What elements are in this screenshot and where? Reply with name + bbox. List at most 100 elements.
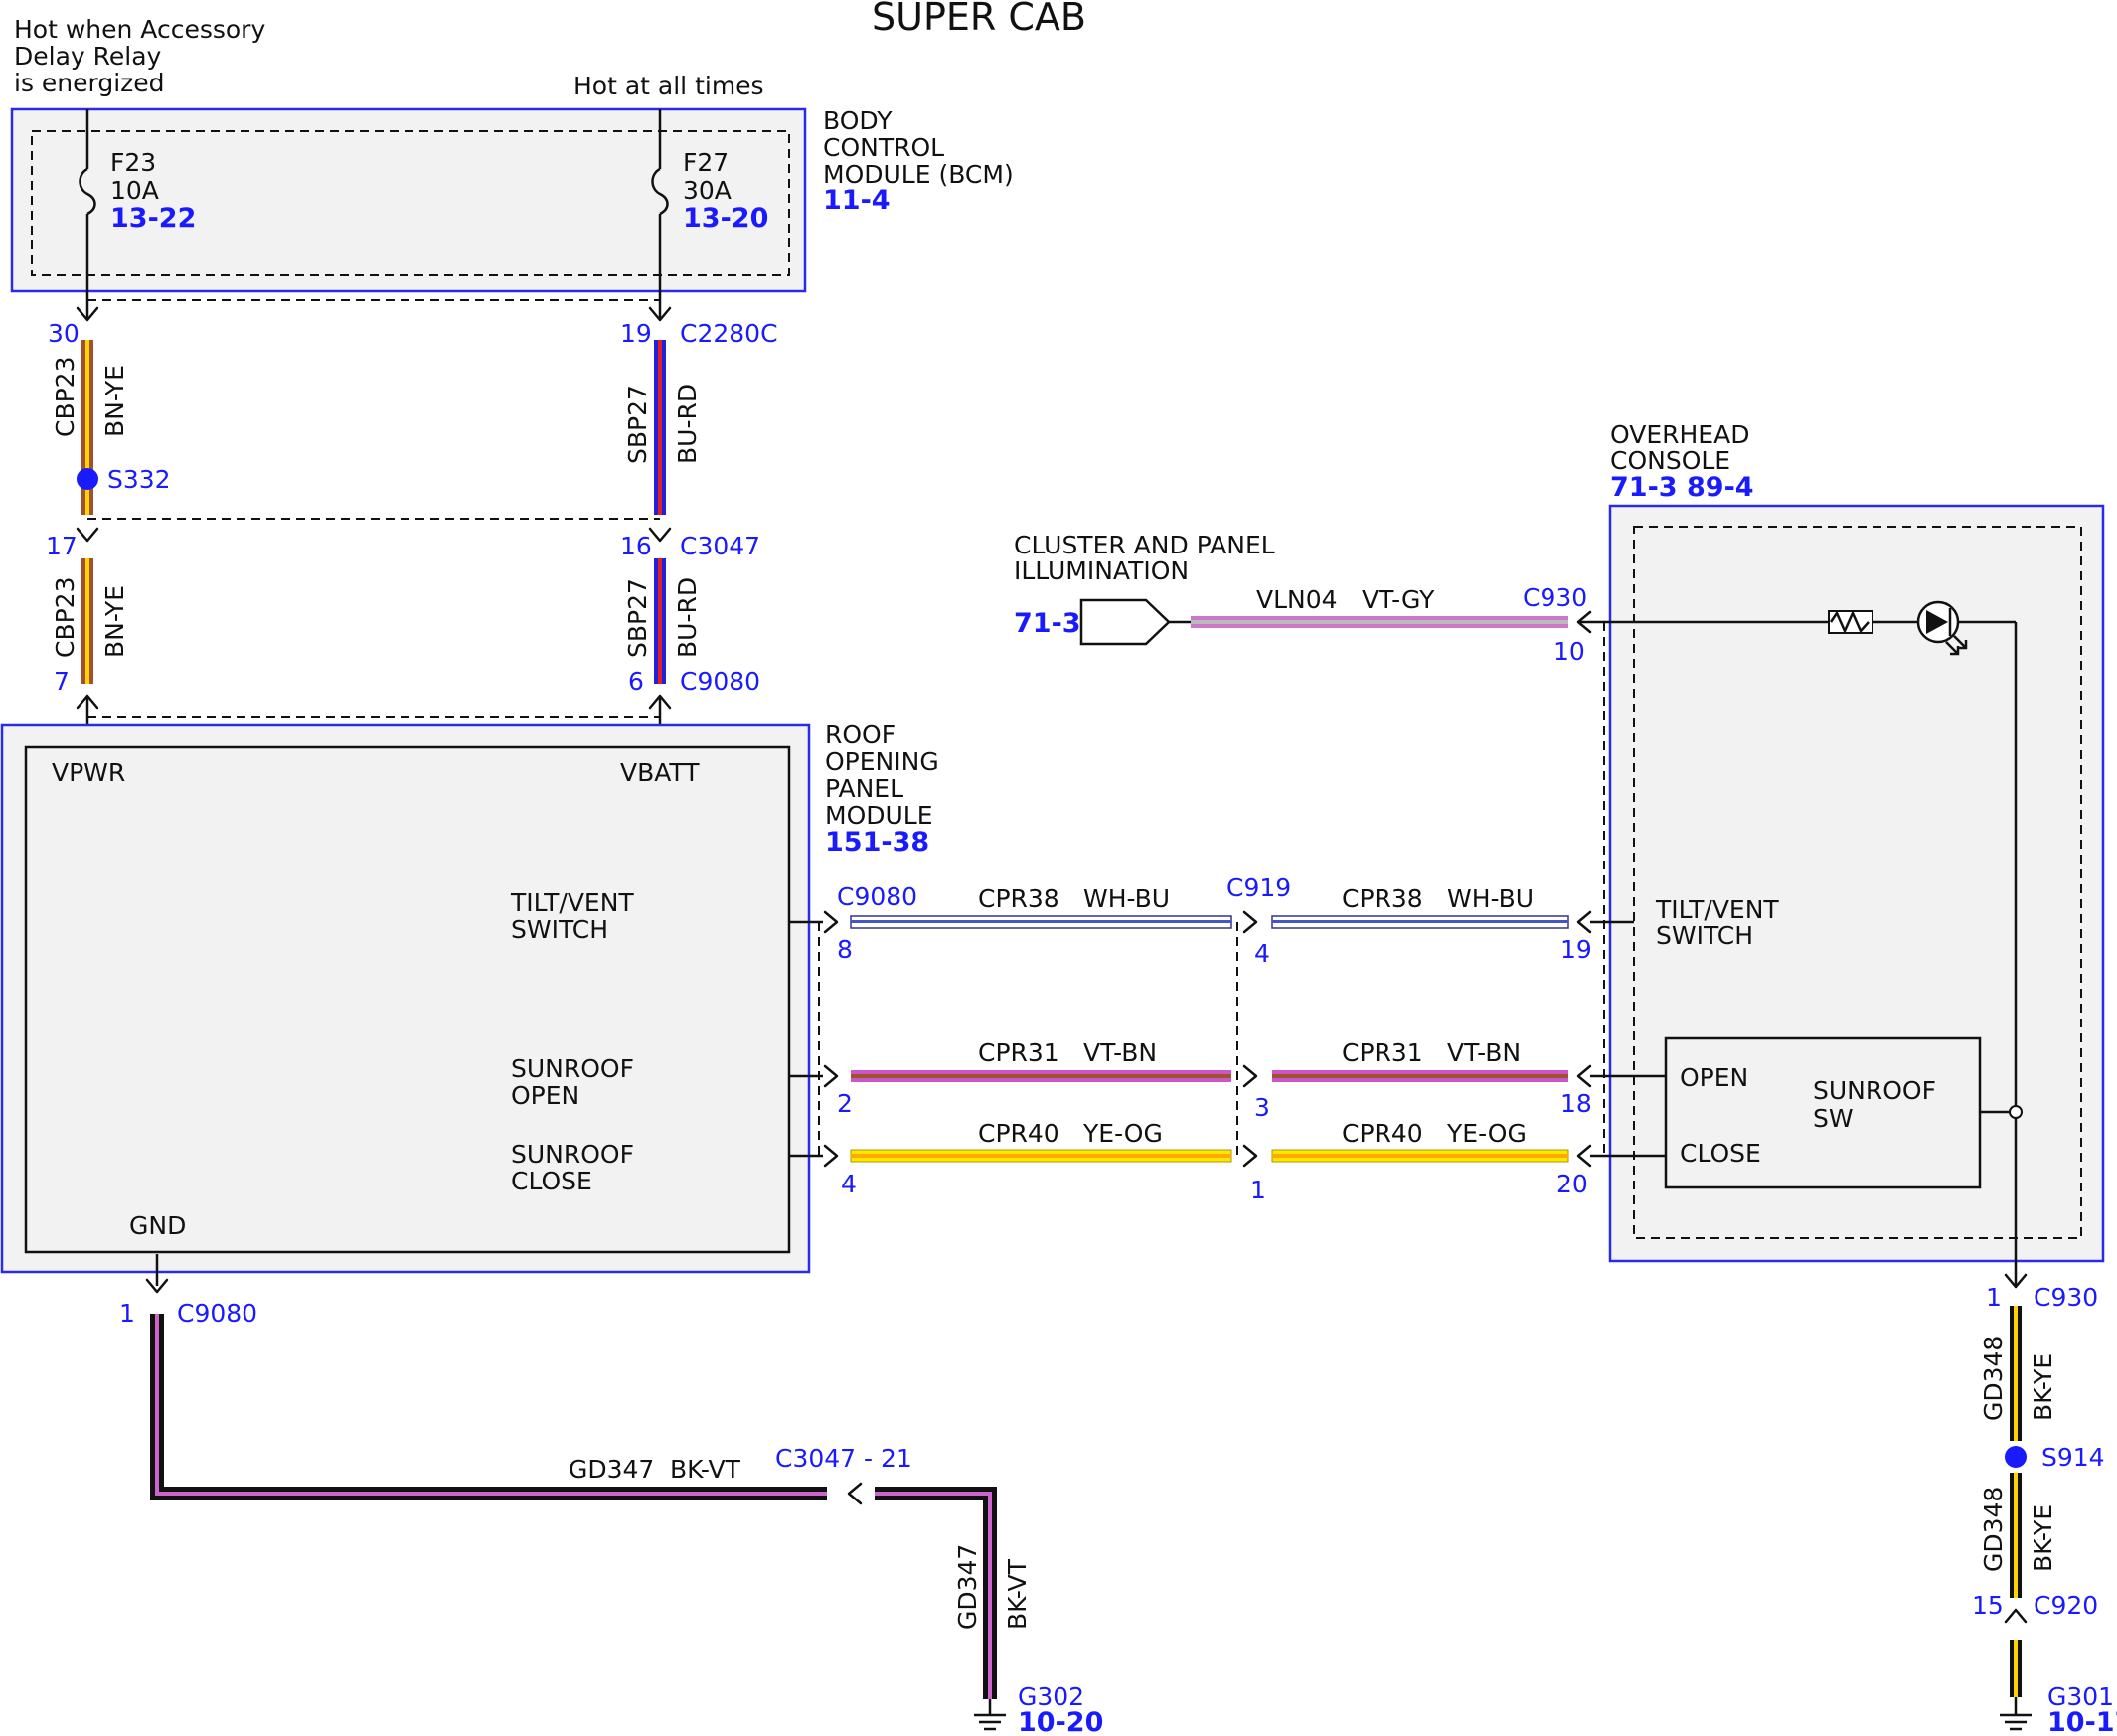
splice-s332[interactable] (77, 468, 98, 490)
roof-module-name-line4: MODULE (825, 801, 933, 830)
connector-c3047-21[interactable]: C3047 - 21 (775, 1444, 912, 1473)
connector-c930-top[interactable]: C930 (1523, 583, 1587, 612)
input-tilt-line2: SWITCH (511, 915, 608, 944)
pin-19: 19 (620, 319, 652, 348)
wire-label-bkvt-v: BK-VT (1003, 1558, 1032, 1630)
pin-19-c930: 19 (1560, 935, 1592, 964)
connector-c920[interactable]: C920 (2034, 1591, 2098, 1620)
sunroof-switch-close: CLOSE (1680, 1139, 1761, 1168)
input-close-line1: SUNROOF (511, 1140, 634, 1169)
wire-label-bkvt: BK-VT (670, 1455, 741, 1484)
bcm-name-line1: BODY (823, 106, 893, 135)
wire-label-yeog-b: YE-OG (1446, 1119, 1527, 1148)
sunroof-switch-open: OPEN (1680, 1063, 1748, 1092)
connector-c9080-mid[interactable]: C9080 (837, 882, 917, 911)
wire-label-gd347: GD347 (569, 1455, 654, 1484)
input-open-line1: SUNROOF (511, 1054, 634, 1083)
wire-label-vln04: VLN04 (1256, 585, 1338, 614)
overhead-name-line1: OVERHEAD (1610, 420, 1749, 449)
wire-label-cbp23-b: CBP23 (51, 577, 80, 659)
wire-label-burd-b: BU-RD (673, 577, 702, 658)
pin-6: 6 (628, 667, 644, 696)
wire-label-cpr31-b: CPR31 (1342, 1038, 1423, 1067)
wiring-diagram: SUPER CAB Hot when Accessory Delay Relay… (0, 0, 2117, 1736)
pin-1-c919: 1 (1250, 1176, 1266, 1204)
wire-label-bnye-a: BN-YE (100, 365, 129, 437)
wire-label-bkye-b: BK-YE (2029, 1504, 2057, 1572)
wire-label-cpr40-a: CPR40 (978, 1119, 1059, 1148)
roof-module-name-line2: OPENING (825, 747, 939, 776)
accessory-note-line1: Hot when Accessory (14, 15, 265, 44)
hot-at-all-times-note: Hot at all times (573, 72, 764, 100)
ground-g302-icon (974, 1699, 1006, 1731)
pin-1-gnd: 1 (119, 1299, 135, 1328)
overhead-tilt-line2: SWITCH (1656, 921, 1753, 950)
wire-label-cpr40-b: CPR40 (1342, 1119, 1423, 1148)
bcm-name-line2: CONTROL (823, 133, 944, 162)
wire-label-yeog-a: YE-OG (1082, 1119, 1163, 1148)
pin-3: 3 (1254, 1093, 1270, 1122)
wire-label-whbu-a: WH-BU (1083, 884, 1170, 913)
pin-7: 7 (54, 667, 70, 696)
wire-label-vtbn-a: VT-BN (1083, 1038, 1157, 1067)
cluster-name-line2: ILLUMINATION (1014, 556, 1189, 585)
pin-8: 8 (837, 935, 853, 964)
pin-2: 2 (837, 1089, 853, 1118)
connector-c2280c[interactable]: C2280C (680, 319, 778, 348)
sunroof-switch-name-line2: SW (1813, 1104, 1854, 1133)
roof-opening-panel-module: ROOF OPENING PANEL MODULE 151-38 VPWR VB… (0, 720, 939, 1274)
wire-label-cbp23-a: CBP23 (51, 357, 80, 438)
wire-label-bnye-b: BN-YE (100, 585, 129, 658)
connector-c9080-top[interactable]: C9080 (680, 667, 760, 696)
fuse-f27-rating: 30A (683, 176, 732, 205)
fuse-f23-ref[interactable]: 13-22 (110, 203, 196, 234)
wire-label-gd348-b: GD348 (1979, 1487, 2008, 1572)
pin-vbatt: VBATT (620, 758, 700, 787)
wire-label-gd348-a: GD348 (1979, 1336, 2008, 1421)
splice-s914[interactable] (2005, 1446, 2027, 1468)
diagram-title: SUPER CAB (872, 0, 1086, 39)
wire-label-sbp27-a: SBP27 (623, 385, 652, 464)
connector-c919[interactable]: C919 (1226, 873, 1291, 902)
wire-label-vtgy: VT-GY (1362, 585, 1435, 614)
pin-17: 17 (46, 532, 78, 560)
roof-module-ref[interactable]: 151-38 (825, 827, 929, 858)
pin-10: 10 (1553, 637, 1585, 666)
fuse-f27-ref[interactable]: 13-20 (683, 203, 768, 234)
cluster-name-line1: CLUSTER AND PANEL (1014, 531, 1275, 559)
pin-4-c9080: 4 (841, 1170, 857, 1198)
ground-g301-ref[interactable]: 10-17 (2047, 1707, 2117, 1736)
roof-module-name-line3: PANEL (825, 774, 903, 803)
overhead-ref-2[interactable]: 89-4 (1687, 472, 1754, 503)
fuse-f23-id: F23 (110, 148, 156, 177)
connector-c9080-gnd[interactable]: C9080 (177, 1299, 257, 1328)
bcm-ref[interactable]: 11-4 (823, 185, 891, 216)
pin-15: 15 (1972, 1591, 2004, 1620)
wire-label-vtbn-b: VT-BN (1447, 1038, 1521, 1067)
pin-18: 18 (1560, 1089, 1592, 1118)
wire-label-sbp27-b: SBP27 (623, 578, 652, 658)
wire-label-cpr38-b: CPR38 (1342, 884, 1423, 913)
wire-label-gd347-v: GD347 (953, 1544, 982, 1630)
sunroof-switch-name-line1: SUNROOF (1813, 1076, 1936, 1105)
fuse-f27-id: F27 (683, 148, 729, 177)
body-control-module: BODY CONTROL MODULE (BCM) 11-4 F23 10A 1… (10, 106, 1014, 293)
input-tilt-line1: TILT/VENT (510, 888, 634, 917)
input-open-line2: OPEN (511, 1081, 579, 1110)
connector-c3047[interactable]: C3047 (680, 532, 760, 560)
pin-30: 30 (48, 319, 80, 348)
wire-label-cpr38-a: CPR38 (978, 884, 1059, 913)
pin-20: 20 (1556, 1170, 1588, 1198)
cluster-connector-icon (1079, 598, 1171, 646)
pin-4-c919: 4 (1254, 939, 1270, 968)
wire-label-burd-a: BU-RD (673, 384, 702, 464)
overhead-ref-1[interactable]: 71-3 (1610, 472, 1678, 503)
pin-vpwr: VPWR (52, 758, 125, 787)
ground-g302-ref[interactable]: 10-20 (1018, 1707, 1103, 1736)
junction-node (2009, 1105, 2023, 1119)
cluster-ref[interactable]: 71-3 (1014, 608, 1081, 639)
wire-label-cpr31-a: CPR31 (978, 1038, 1059, 1067)
overhead-console: OVERHEAD CONSOLE 71-3 89-4 TILT/VENT SWI… (1608, 420, 2105, 1263)
connector-c930-bottom[interactable]: C930 (2034, 1283, 2098, 1312)
pin-16: 16 (620, 532, 652, 560)
